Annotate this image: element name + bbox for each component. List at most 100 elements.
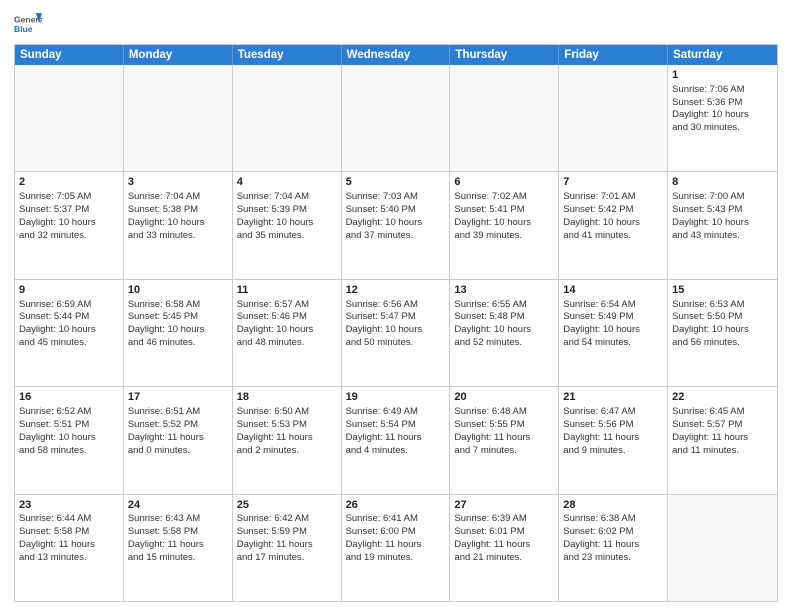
day-number: 16 — [19, 390, 119, 405]
day-info-line: Sunset: 6:01 PM — [454, 526, 554, 539]
week-row-5: 23Sunrise: 6:44 AMSunset: 5:58 PMDayligh… — [15, 495, 777, 601]
day-info-line: Sunrise: 6:59 AM — [19, 299, 119, 312]
logo: General Blue — [14, 10, 42, 38]
day-info-line: Daylight: 10 hours — [128, 217, 228, 230]
cal-cell: 4Sunrise: 7:04 AMSunset: 5:39 PMDaylight… — [233, 172, 342, 278]
day-of-week-friday: Friday — [559, 45, 668, 65]
day-info-line: Sunrise: 6:57 AM — [237, 299, 337, 312]
day-info-line: and 9 minutes. — [563, 445, 663, 458]
day-info-line: Sunrise: 7:05 AM — [19, 191, 119, 204]
day-info-line: Daylight: 10 hours — [128, 324, 228, 337]
day-info-line: Daylight: 11 hours — [346, 539, 446, 552]
cal-cell: 21Sunrise: 6:47 AMSunset: 5:56 PMDayligh… — [559, 387, 668, 493]
day-info-line: Sunset: 5:51 PM — [19, 419, 119, 432]
day-info-line: Daylight: 11 hours — [128, 432, 228, 445]
day-info-line: Sunrise: 6:42 AM — [237, 513, 337, 526]
cal-cell: 11Sunrise: 6:57 AMSunset: 5:46 PMDayligh… — [233, 280, 342, 386]
day-number: 8 — [672, 175, 773, 190]
day-info-line: and 11 minutes. — [672, 445, 773, 458]
day-info-line: and 41 minutes. — [563, 230, 663, 243]
day-info-line: and 50 minutes. — [346, 337, 446, 350]
day-info-line: Sunrise: 6:53 AM — [672, 299, 773, 312]
day-info-line: Sunset: 5:36 PM — [672, 97, 773, 110]
cal-cell: 28Sunrise: 6:38 AMSunset: 6:02 PMDayligh… — [559, 495, 668, 601]
day-info-line: Daylight: 10 hours — [563, 217, 663, 230]
day-info-line: Daylight: 11 hours — [454, 432, 554, 445]
calendar: SundayMondayTuesdayWednesdayThursdayFrid… — [14, 44, 778, 602]
day-number: 20 — [454, 390, 554, 405]
day-info-line: and 32 minutes. — [19, 230, 119, 243]
day-info-line: Sunset: 5:48 PM — [454, 311, 554, 324]
cal-cell: 3Sunrise: 7:04 AMSunset: 5:38 PMDaylight… — [124, 172, 233, 278]
cal-cell: 14Sunrise: 6:54 AMSunset: 5:49 PMDayligh… — [559, 280, 668, 386]
day-number: 9 — [19, 283, 119, 298]
day-of-week-monday: Monday — [124, 45, 233, 65]
day-number: 10 — [128, 283, 228, 298]
day-info-line: Sunrise: 6:39 AM — [454, 513, 554, 526]
cal-cell: 9Sunrise: 6:59 AMSunset: 5:44 PMDaylight… — [15, 280, 124, 386]
cal-cell: 2Sunrise: 7:05 AMSunset: 5:37 PMDaylight… — [15, 172, 124, 278]
day-info-line: Sunrise: 6:52 AM — [19, 406, 119, 419]
cal-cell: 5Sunrise: 7:03 AMSunset: 5:40 PMDaylight… — [342, 172, 451, 278]
day-number: 12 — [346, 283, 446, 298]
day-info-line: and 43 minutes. — [672, 230, 773, 243]
day-number: 5 — [346, 175, 446, 190]
day-info-line: Sunset: 5:40 PM — [346, 204, 446, 217]
cal-cell: 23Sunrise: 6:44 AMSunset: 5:58 PMDayligh… — [15, 495, 124, 601]
day-info-line: Daylight: 10 hours — [672, 109, 773, 122]
day-of-week-wednesday: Wednesday — [342, 45, 451, 65]
day-number: 21 — [563, 390, 663, 405]
day-info-line: Sunrise: 6:43 AM — [128, 513, 228, 526]
day-number: 22 — [672, 390, 773, 405]
cal-cell — [233, 65, 342, 171]
day-info-line: Sunrise: 6:55 AM — [454, 299, 554, 312]
day-info-line: Sunrise: 6:49 AM — [346, 406, 446, 419]
day-info-line: Sunrise: 7:02 AM — [454, 191, 554, 204]
day-of-week-saturday: Saturday — [668, 45, 777, 65]
cal-cell: 25Sunrise: 6:42 AMSunset: 5:59 PMDayligh… — [233, 495, 342, 601]
day-of-week-thursday: Thursday — [450, 45, 559, 65]
day-info-line: Sunrise: 6:38 AM — [563, 513, 663, 526]
day-info-line: Daylight: 11 hours — [346, 432, 446, 445]
cal-cell — [124, 65, 233, 171]
day-info-line: Daylight: 11 hours — [128, 539, 228, 552]
day-info-line: Daylight: 11 hours — [19, 539, 119, 552]
day-info-line: and 21 minutes. — [454, 552, 554, 565]
svg-text:Blue: Blue — [14, 24, 33, 34]
day-info-line: and 0 minutes. — [128, 445, 228, 458]
cal-cell: 8Sunrise: 7:00 AMSunset: 5:43 PMDaylight… — [668, 172, 777, 278]
cal-cell: 6Sunrise: 7:02 AMSunset: 5:41 PMDaylight… — [450, 172, 559, 278]
day-info-line: Sunset: 5:45 PM — [128, 311, 228, 324]
day-number: 18 — [237, 390, 337, 405]
day-info-line: Sunrise: 7:03 AM — [346, 191, 446, 204]
day-info-line: Daylight: 10 hours — [672, 324, 773, 337]
cal-cell: 24Sunrise: 6:43 AMSunset: 5:58 PMDayligh… — [124, 495, 233, 601]
cal-cell: 19Sunrise: 6:49 AMSunset: 5:54 PMDayligh… — [342, 387, 451, 493]
day-info-line: Sunrise: 7:00 AM — [672, 191, 773, 204]
day-info-line: Sunset: 5:49 PM — [563, 311, 663, 324]
day-info-line: Sunset: 5:46 PM — [237, 311, 337, 324]
day-number: 1 — [672, 68, 773, 83]
day-info-line: Sunset: 5:47 PM — [346, 311, 446, 324]
day-info-line: and 46 minutes. — [128, 337, 228, 350]
day-number: 28 — [563, 498, 663, 513]
day-info-line: Sunset: 5:50 PM — [672, 311, 773, 324]
day-info-line: Daylight: 10 hours — [563, 324, 663, 337]
day-info-line: Sunrise: 6:50 AM — [237, 406, 337, 419]
day-info-line: Daylight: 11 hours — [563, 539, 663, 552]
day-info-line: Sunset: 5:39 PM — [237, 204, 337, 217]
page: General Blue SundayMondayTuesdayWednesda… — [0, 0, 792, 612]
day-info-line: Daylight: 10 hours — [19, 217, 119, 230]
day-info-line: Sunrise: 7:04 AM — [237, 191, 337, 204]
day-info-line: Sunrise: 6:54 AM — [563, 299, 663, 312]
day-info-line: and 33 minutes. — [128, 230, 228, 243]
day-number: 2 — [19, 175, 119, 190]
day-info-line: and 15 minutes. — [128, 552, 228, 565]
day-info-line: and 13 minutes. — [19, 552, 119, 565]
cal-cell: 10Sunrise: 6:58 AMSunset: 5:45 PMDayligh… — [124, 280, 233, 386]
day-info-line: Sunset: 5:57 PM — [672, 419, 773, 432]
day-number: 7 — [563, 175, 663, 190]
day-info-line: Daylight: 10 hours — [672, 217, 773, 230]
day-of-week-sunday: Sunday — [15, 45, 124, 65]
day-info-line: and 56 minutes. — [672, 337, 773, 350]
